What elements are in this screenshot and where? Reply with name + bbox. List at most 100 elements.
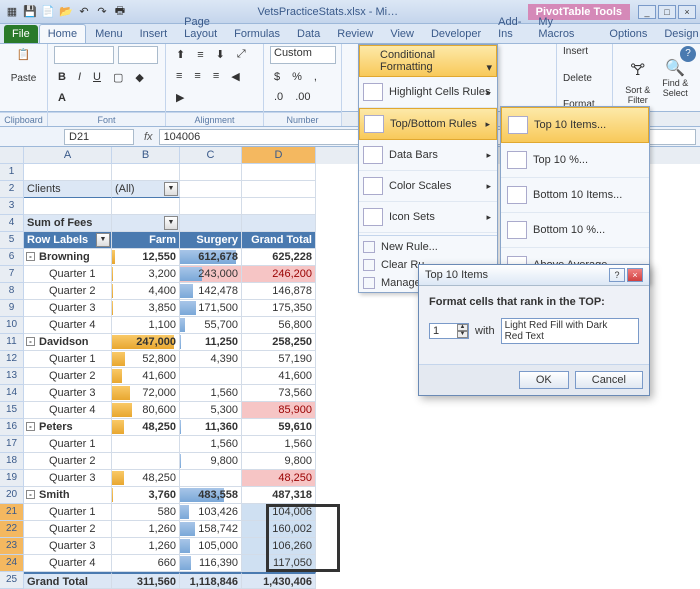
qat-excel-icon[interactable]: ▦ [4, 4, 20, 20]
close-button[interactable]: × [678, 5, 696, 19]
tab-insert[interactable]: Insert [132, 25, 176, 43]
qat-save-icon[interactable]: 💾 [22, 4, 38, 20]
find-select-icon: 🔍 [665, 60, 685, 77]
conditional-formatting-button[interactable]: Conditional Formatting [359, 45, 497, 77]
menu-icon-sets[interactable]: Icon Sets▸ [359, 202, 497, 233]
expand-button[interactable]: - [26, 252, 35, 261]
tab-options[interactable]: Options [601, 25, 655, 43]
paste-button[interactable]: 📋 Paste [6, 46, 41, 86]
menu-top-bottom-rules[interactable]: Top/Bottom Rules▸ [359, 108, 497, 140]
dialog-spinner[interactable]: ▲▼ [457, 324, 468, 338]
tab-file[interactable]: File [4, 25, 38, 43]
orientation-button[interactable]: ⤢ [233, 46, 250, 63]
dialog-with-label: with [475, 325, 495, 337]
expand-button[interactable]: - [26, 337, 35, 346]
menu-highlight-rules[interactable]: Highlight Cells Rules▸ [359, 77, 497, 108]
col-header-c[interactable]: C [180, 147, 242, 164]
expand-button[interactable]: - [26, 422, 35, 431]
ribbon: 📋 Paste B I U ▢ ◆ A ⬆ ≡ ⬇ ⤢ ≡ ≡ ≡ ◀ [0, 44, 700, 112]
dialog-ok-button[interactable]: OK [519, 371, 569, 389]
select-all-corner[interactable] [0, 147, 24, 164]
tab-data[interactable]: Data [289, 25, 328, 43]
top-bottom-submenu: Top 10 Items... Top 10 %... Bottom 10 It… [500, 106, 650, 284]
align-bottom-button[interactable]: ⬇ [212, 46, 229, 63]
italic-button[interactable]: I [74, 69, 85, 85]
col-header-b[interactable]: B [112, 147, 180, 164]
col-header-a[interactable]: A [24, 147, 112, 164]
align-right-button[interactable]: ≡ [209, 68, 223, 84]
paste-icon: 📋 [12, 48, 36, 72]
qat-new-icon[interactable]: 📄 [40, 4, 56, 20]
menu-color-scales[interactable]: Color Scales▸ [359, 171, 497, 202]
sub-bottom10-percent[interactable]: Bottom 10 %... [501, 213, 649, 248]
rowlabels-dropdown[interactable]: ▼ [96, 233, 110, 247]
quick-access-toolbar: ▦ 💾 📄 📂 ↶ ↷ 🖶 [4, 4, 128, 20]
align-middle-button[interactable]: ≡ [193, 47, 207, 63]
sub-bottom10-items[interactable]: Bottom 10 Items... [501, 178, 649, 213]
tab-view[interactable]: View [382, 25, 422, 43]
border-button[interactable]: ▢ [109, 69, 127, 86]
font-size-select[interactable] [118, 46, 158, 64]
group-number: Number [264, 112, 342, 126]
percent-button[interactable]: % [288, 69, 306, 85]
ribbon-tabs: File Home Menu Insert Page Layout Formul… [0, 24, 700, 44]
fill-color-button[interactable]: ◆ [131, 69, 147, 86]
qat-redo-icon[interactable]: ↷ [94, 4, 110, 20]
comma-button[interactable]: , [310, 69, 321, 85]
tab-design[interactable]: Design [656, 25, 700, 43]
restore-button[interactable]: □ [658, 5, 676, 19]
tab-addins[interactable]: Add-Ins [490, 13, 529, 43]
top10-dialog: Top 10 Items ? × Format cells that rank … [418, 264, 650, 396]
dialog-help-button[interactable]: ? [609, 268, 625, 282]
top10pct-icon [507, 151, 527, 169]
dialog-cancel-button[interactable]: Cancel [575, 371, 643, 389]
number-format-select[interactable]: Custom [270, 46, 336, 64]
font-color-button[interactable]: A [54, 90, 70, 106]
tab-mymacros[interactable]: My Macros [530, 13, 582, 43]
cells-area[interactable]: Clients(All)▼Sum of Fees▼Row Labels▼Farm… [24, 164, 316, 589]
sub-top10-items[interactable]: Top 10 Items... [501, 107, 649, 143]
align-left-button[interactable]: ≡ [172, 68, 186, 84]
tab-developer[interactable]: Developer [423, 25, 489, 43]
dialog-prompt: Format cells that rank in the TOP: [429, 296, 639, 308]
align-center-button[interactable]: ≡ [190, 68, 204, 84]
align-top-button[interactable]: ⬆ [172, 46, 189, 63]
tab-review[interactable]: Review [329, 25, 381, 43]
menu-new-rule[interactable]: New Rule... [359, 238, 497, 256]
indent-inc-button[interactable]: ▶ [172, 89, 188, 106]
tab-home[interactable]: Home [39, 24, 86, 43]
dec-decimal-button[interactable]: .00 [291, 89, 314, 105]
filter-dropdown[interactable]: ▼ [164, 182, 178, 196]
clear-rules-icon [363, 259, 375, 271]
help-icon[interactable]: ? [680, 46, 696, 62]
name-box[interactable]: D21 [64, 129, 134, 145]
indent-dec-button[interactable]: ◀ [227, 68, 243, 85]
sub-top10-percent[interactable]: Top 10 %... [501, 143, 649, 178]
group-alignment: Alignment [166, 112, 264, 126]
minimize-button[interactable]: _ [638, 5, 656, 19]
find-select-button[interactable]: 🔍 Find & Select [657, 56, 695, 100]
column-dropdown[interactable]: ▼ [164, 216, 178, 230]
inc-decimal-button[interactable]: .0 [270, 89, 287, 105]
font-family-select[interactable] [54, 46, 114, 64]
colorscales-icon [363, 177, 383, 195]
qat-open-icon[interactable]: 📂 [58, 4, 74, 20]
dialog-style-select[interactable]: Light Red Fill with Dark Red Text [501, 318, 639, 344]
menu-data-bars[interactable]: Data Bars▸ [359, 140, 497, 171]
qat-print-icon[interactable]: 🖶 [112, 4, 128, 20]
currency-button[interactable]: $ [270, 69, 284, 85]
dialog-close-button[interactable]: × [627, 268, 643, 282]
databars-icon [363, 146, 383, 164]
tab-page-layout[interactable]: Page Layout [176, 13, 225, 43]
sort-filter-button[interactable]: 🝖 Sort & Filter [619, 50, 657, 107]
tab-formulas[interactable]: Formulas [226, 25, 288, 43]
qat-undo-icon[interactable]: ↶ [76, 4, 92, 20]
bold-button[interactable]: B [54, 69, 70, 85]
fx-icon[interactable]: fx [138, 131, 159, 143]
col-header-d[interactable]: D [242, 147, 316, 164]
tab-menu[interactable]: Menu [87, 25, 131, 43]
underline-button[interactable]: U [89, 69, 105, 85]
insert-button[interactable]: Insert [563, 46, 606, 57]
expand-button[interactable]: - [26, 490, 35, 499]
delete-button[interactable]: Delete [563, 73, 606, 84]
